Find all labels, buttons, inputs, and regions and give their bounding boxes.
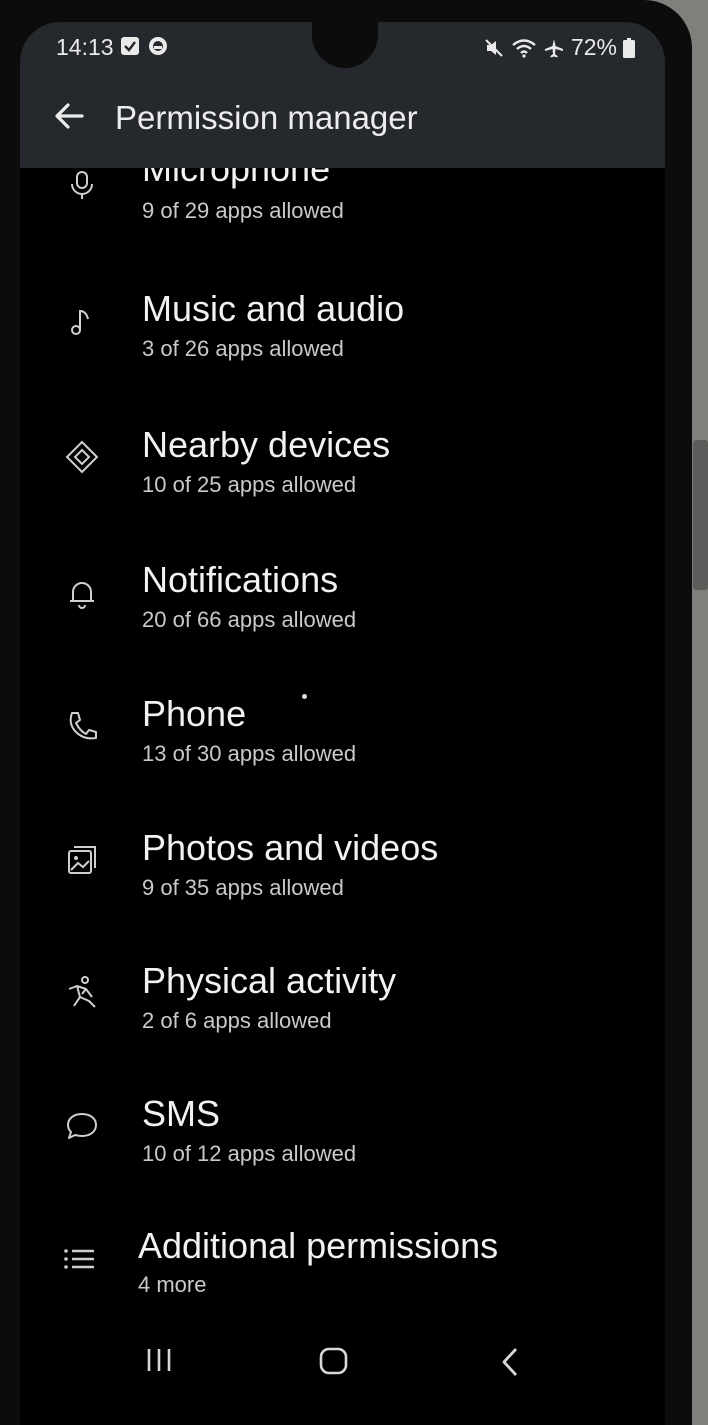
permission-label: Nearby devices (142, 424, 391, 465)
running-icon (68, 976, 96, 1008)
page-title: Permission manager (115, 99, 418, 136)
permission-summary: 9 of 35 apps allowed (142, 875, 344, 900)
home-icon[interactable] (318, 1346, 350, 1376)
app-bar: 14:13 72% Permission manager (20, 22, 665, 168)
permission-item-nearby-devices[interactable]: Nearby devices 10 of 25 apps allowed (20, 417, 665, 537)
airplane-mode-icon (544, 38, 563, 57)
bell-icon (70, 582, 94, 609)
permission-summary: 4 more (138, 1272, 207, 1297)
phone-icon (69, 712, 97, 740)
app-notification-icon (149, 37, 167, 55)
permission-item-photos-and-videos[interactable]: Photos and videos 9 of 35 apps allowed (20, 820, 665, 940)
permission-label: Additional permissions (138, 1225, 499, 1266)
permission-summary: 3 of 26 apps allowed (142, 336, 344, 361)
nearby-devices-icon (65, 440, 99, 474)
permission-summary: 10 of 12 apps allowed (142, 1141, 357, 1166)
list-icon (64, 1249, 94, 1269)
back-nav-icon[interactable] (498, 1346, 522, 1378)
camera-notch (312, 22, 378, 68)
wifi-icon (512, 38, 536, 58)
permission-item-music-and-audio[interactable]: Music and audio 3 of 26 apps allowed (20, 280, 665, 400)
music-note-icon (71, 309, 89, 335)
permission-summary: 9 of 29 apps allowed (142, 198, 344, 223)
permission-item-phone[interactable]: Phone 13 of 30 apps allowed (20, 686, 665, 806)
permission-summary: 2 of 6 apps allowed (142, 1008, 332, 1033)
microphone-icon (71, 171, 93, 199)
screen: Microphone 9 of 29 apps allowed Music an… (20, 22, 665, 1425)
battery-percent: 72% (570, 34, 617, 60)
phone-frame: Microphone 9 of 29 apps allowed Music an… (0, 0, 692, 1425)
chat-bubble-icon (67, 1113, 97, 1139)
permission-label: Photos and videos (142, 827, 439, 868)
back-arrow-icon[interactable] (50, 96, 90, 136)
permission-item-additional-permissions[interactable]: Additional permissions 4 more (20, 1219, 665, 1339)
navigation-bar (20, 1342, 665, 1402)
permission-label: Notifications (142, 559, 339, 600)
status-time: 14:13 (56, 34, 114, 60)
permission-label: Physical activity (142, 960, 397, 1001)
permission-label: Music and audio (142, 288, 405, 329)
battery-icon (623, 37, 635, 58)
permission-item-physical-activity[interactable]: Physical activity 2 of 6 apps allowed (20, 953, 665, 1073)
scroll-dot (302, 694, 307, 699)
photos-icon (68, 846, 96, 874)
permission-item-notifications[interactable]: Notifications 20 of 66 apps allowed (20, 552, 665, 672)
side-button (693, 440, 708, 590)
recent-apps-icon[interactable] (144, 1346, 174, 1374)
permission-summary: 20 of 66 apps allowed (142, 607, 357, 632)
permission-label: SMS (142, 1093, 221, 1134)
permission-summary: 13 of 30 apps allowed (142, 741, 357, 766)
status-icons: 72% (483, 34, 635, 61)
permission-item-sms[interactable]: SMS 10 of 12 apps allowed (20, 1086, 665, 1206)
permission-label: Phone (142, 693, 247, 734)
permission-summary: 10 of 25 apps allowed (142, 472, 357, 497)
task-check-icon (121, 37, 139, 55)
mute-icon (485, 38, 503, 57)
